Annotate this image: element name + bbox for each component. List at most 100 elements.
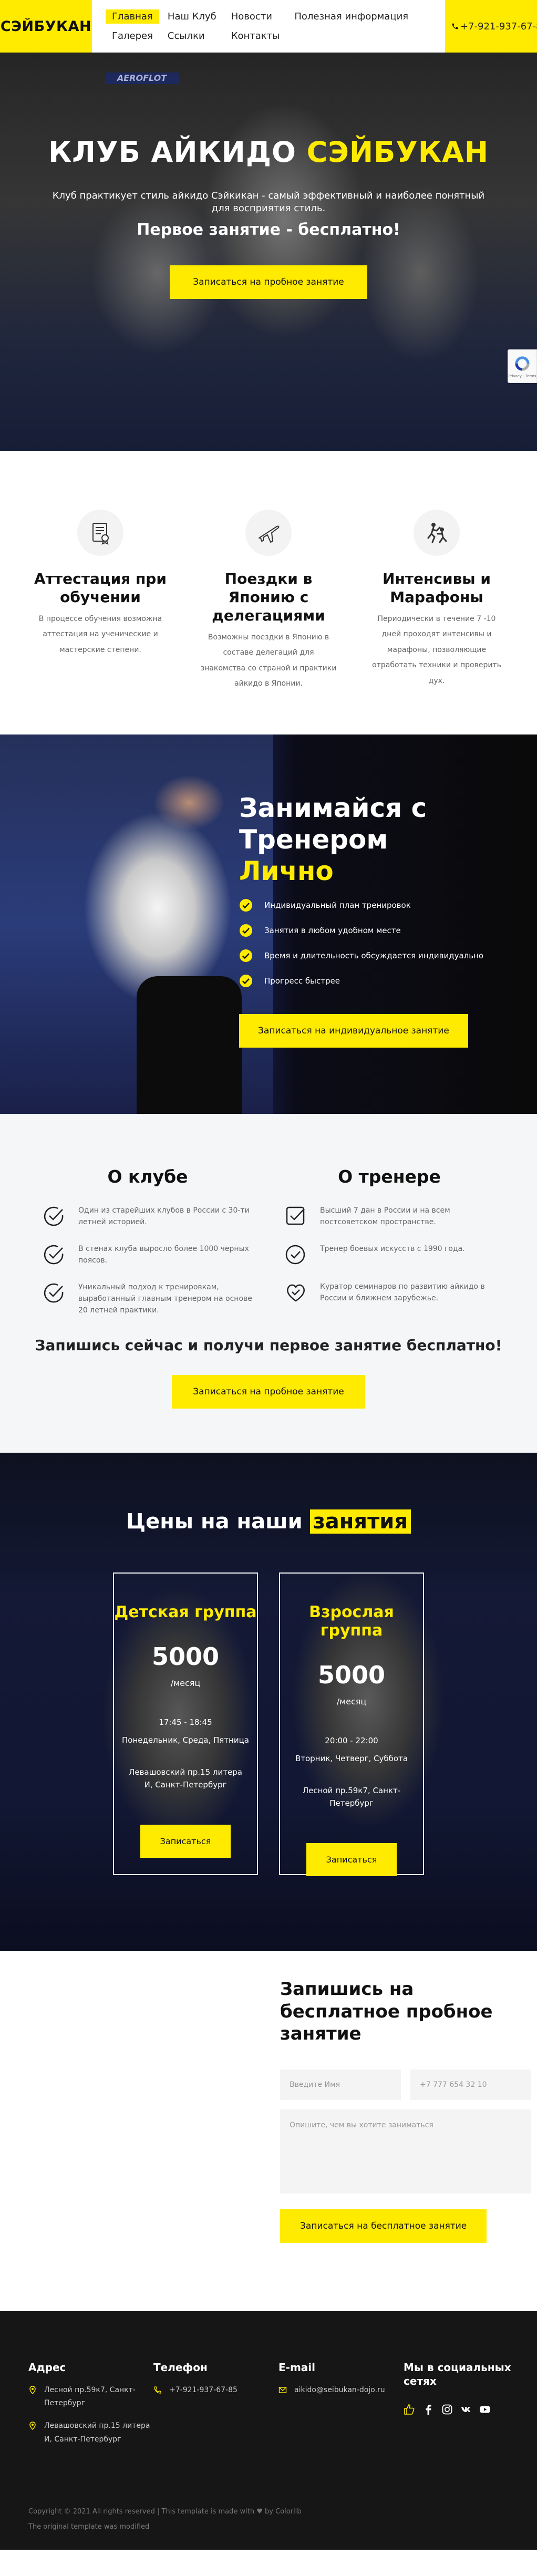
feature-title: Поездки в Японию с делегациями [212, 570, 325, 624]
footer-nav-news[interactable]: Новости [158, 2559, 190, 2567]
phone-icon [452, 23, 458, 29]
header-phone[interactable]: +7-921-937-67-8 [445, 0, 537, 53]
price-card-kids: Детская группа 5000 /месяц 17:45 - 18:45… [113, 1573, 258, 1875]
benefit-text: Занятия в любом удобном месте [264, 926, 401, 935]
trainer-content: Занимайся с Тренером Лично Индивидуальны… [239, 792, 483, 1048]
trainer-title-line1: Занимайся с [239, 793, 427, 823]
footer-phone-item[interactable]: +7-921-937-67-85 [153, 2384, 278, 2397]
certificate-icon [77, 510, 123, 556]
name-input[interactable]: Введите Имя [280, 2069, 401, 2100]
footer-nav-gallery[interactable]: Галерея [350, 2559, 382, 2567]
footer-nav-home[interactable]: Главная [18, 2559, 49, 2567]
nav-club[interactable]: Наш Клуб [161, 9, 223, 24]
about-trial-button[interactable]: Записаться на пробное занятие [172, 1374, 365, 1409]
footer-email-item[interactable]: aikido@seibukan-dojo.ru [278, 2384, 404, 2397]
nav-contacts[interactable]: Контакты [225, 29, 286, 43]
check-circle-icon [240, 899, 252, 912]
footer-nav: Главная Наш Клуб Новости Полезная информ… [0, 2550, 537, 2576]
list-item: Уникальный подход к тренировкам, выработ… [43, 1281, 253, 1317]
footer-address-text: Левашовский пр.15 литера И, Санкт-Петерб… [44, 2422, 150, 2444]
card-time: 17:45 - 18:45 [159, 1718, 212, 1727]
logo-box[interactable]: СЭЙБУКАН [0, 0, 92, 53]
about-club-title: О клубе [107, 1166, 188, 1187]
feature-text: Периодически в течение 7 -10 дней проход… [372, 615, 501, 685]
card-period: /месяц [336, 1696, 367, 1706]
footer-phone-text: +7-921-937-67-85 [169, 2386, 237, 2394]
footer-main: Адрес Лесной пр.59к7, Санкт-Петербург Ле… [0, 2311, 537, 2531]
facebook-icon[interactable] [422, 2404, 434, 2415]
about-item-text: Тренер боевых искусств с 1990 года. [320, 1244, 465, 1253]
recaptcha-icon [515, 356, 530, 371]
card-signup-button[interactable]: Записаться [306, 1843, 397, 1876]
hero-content: КЛУБ АЙКИДО СЭЙБУКАН Клуб практикует сти… [0, 136, 537, 299]
about-club-column: О клубе Один из старейших клубов в Росси… [43, 1166, 253, 1331]
signup-title: Запишись на бесплатное пробное занятие [280, 1979, 493, 2044]
phone-icon [154, 2386, 161, 2394]
footer-nav-useful-info[interactable]: Полезная информация [226, 2559, 315, 2567]
about-cta: Запишись сейчас и получи первое занятие … [0, 1337, 537, 1409]
like-icon[interactable] [404, 2404, 415, 2415]
footer-address-item[interactable]: Левашовский пр.15 литера И, Санкт-Петерб… [28, 2419, 153, 2446]
footer-address-item[interactable]: Лесной пр.59к7, Санкт-Петербург [28, 2384, 153, 2410]
about-section: О клубе Один из старейших клубов в Росси… [0, 1114, 537, 1453]
hero-free-lesson: Первое занятие - бесплатно! [137, 220, 400, 239]
card-price: 5000 [151, 1642, 220, 1671]
hero-title: КЛУБ АЙКИДО СЭЙБУКАН [0, 136, 537, 169]
list-item: Куратор семинаров по развитию айкидо в Р… [284, 1281, 494, 1305]
check-square-icon [286, 1206, 305, 1225]
main-nav: Главная Наш Клуб Новости Полезная информ… [92, 0, 445, 53]
signup-submit-button[interactable]: Записаться на бесплатное занятие [280, 2209, 487, 2243]
youtube-icon[interactable] [479, 2404, 491, 2415]
feature-japan-trips: Поездки в Японию с делегациями Возможны … [200, 510, 337, 734]
social-links [404, 2404, 529, 2415]
vk-icon[interactable] [460, 2404, 472, 2415]
feature-text: В процессе обучения возможна аттестация … [38, 615, 162, 654]
footer-columns: Адрес Лесной пр.59к7, Санкт-Петербург Ле… [28, 2361, 537, 2446]
feature-title: Интенсивы и Марафоны [383, 570, 491, 606]
prices-title-main: Цены на наши [126, 1509, 310, 1534]
nav-home[interactable]: Главная [106, 9, 159, 24]
footer-social: Мы в социальных сетях [404, 2361, 529, 2446]
recaptcha-badge[interactable]: Privacy - Terms [508, 349, 537, 383]
price-card-adults: Взрослая группа 5000 /месяц 20:00 - 22:0… [279, 1573, 424, 1876]
footer-address-text: Лесной пр.59к7, Санкт-Петербург [44, 2386, 136, 2408]
card-address: Левашовский пр.15 литера И, Санкт-Петерб… [129, 1767, 242, 1789]
list-item: Тренер боевых искусств с 1990 года. [284, 1243, 494, 1266]
footer-email-title: E-mail [278, 2361, 316, 2374]
hero-subtitle: Клуб практикует стиль айкидо Сэйкикан - … [52, 190, 485, 214]
site-logo[interactable]: СЭЙБУКАН [1, 18, 91, 35]
benefit-text: Индивидуальный план тренировок [264, 901, 411, 910]
footer-address: Адрес Лесной пр.59к7, Санкт-Петербург Ле… [28, 2361, 153, 2446]
message-textarea[interactable]: Опишите, чем вы хотите заниматься [280, 2109, 531, 2194]
benefit-text: Время и длительность обсуждается индивид… [264, 951, 484, 960]
trainer-title-line2: Тренером [239, 824, 388, 855]
personal-trainer-section: Занимайся с Тренером Лично Индивидуальны… [0, 734, 537, 1114]
check-circle-icon [240, 924, 252, 937]
about-columns: О клубе Один из старейших клубов в Росси… [0, 1166, 537, 1331]
nav-gallery[interactable]: Галерея [106, 29, 159, 43]
card-signup-button[interactable]: Записаться [140, 1825, 231, 1858]
card-days: Вторник, Четверг, Суббота [295, 1754, 408, 1763]
trainer-title: Занимайся с Тренером Лично [239, 792, 483, 887]
trainer-title-highlight: Лично [239, 856, 334, 886]
about-cta-text: Запишись сейчас и получи первое занятие … [35, 1336, 502, 1354]
hero-background-banner: AEROFLOT [105, 73, 179, 84]
phone-input[interactable]: +7 777 654 32 10 [410, 2069, 531, 2100]
footer-nav-contacts[interactable]: Контакты [481, 2559, 519, 2567]
individual-lesson-button[interactable]: Записаться на индивидуальное занятие [239, 1014, 468, 1048]
recaptcha-text[interactable]: Privacy - Terms [509, 374, 536, 378]
footer-nav-links[interactable]: Ссылки [417, 2559, 446, 2567]
feature-certification: Аттестация при обучении В процессе обуче… [32, 510, 169, 734]
nav-links[interactable]: Ссылки [161, 29, 223, 43]
hero-section: AEROFLOT КЛУБ АЙКИДО СЭЙБУКАН Клуб практ… [0, 0, 537, 451]
footer-nav-club[interactable]: Наш Клуб [85, 2559, 123, 2567]
nav-news[interactable]: Новости [225, 9, 286, 24]
nav-useful-info[interactable]: Полезная информация [288, 9, 415, 24]
hero-trial-button[interactable]: Записаться на пробное занятие [170, 265, 367, 299]
feature-title: Аттестация при обучении [34, 570, 167, 606]
footer-social-title: Мы в социальных сетях [404, 2361, 511, 2387]
features-section: Аттестация при обучении В процессе обуче… [0, 451, 537, 734]
instagram-icon[interactable] [441, 2404, 453, 2415]
prices-section: Цены на наши занятия Детская группа 5000… [0, 1453, 537, 1951]
footer-address-title: Адрес [28, 2361, 66, 2374]
